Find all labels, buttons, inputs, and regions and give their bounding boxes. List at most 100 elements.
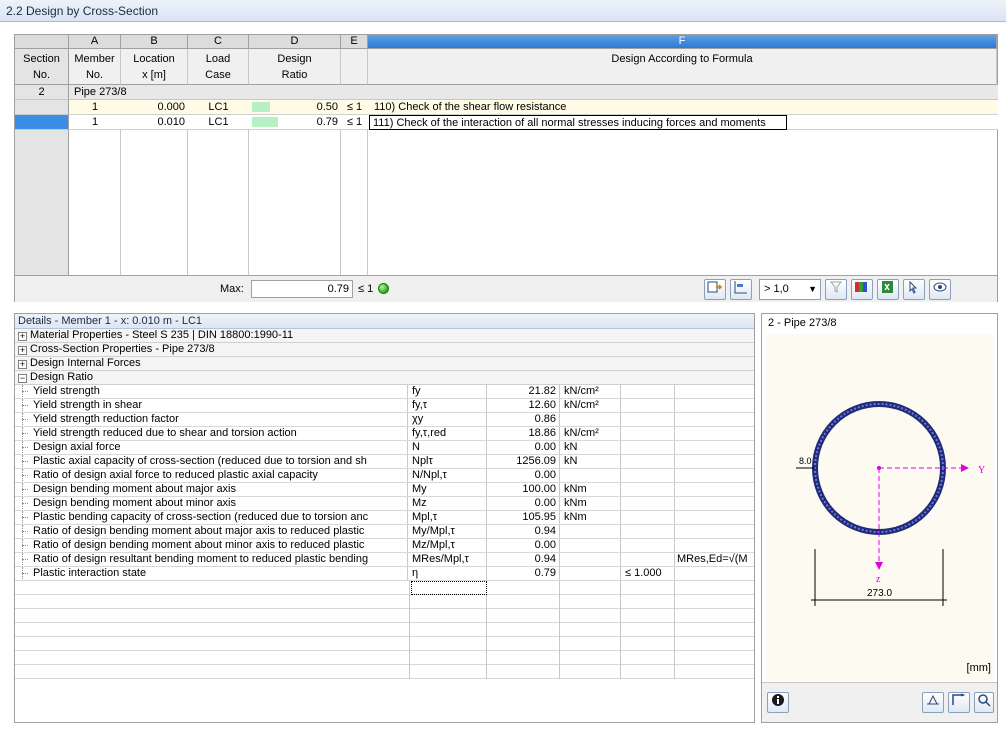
detail-limit <box>621 539 675 552</box>
detail-symbol: fy,τ <box>411 399 487 412</box>
detail-row[interactable]: Yield strength fy 21.82 kN/cm² <box>15 385 754 399</box>
tree-connector <box>15 483 29 496</box>
filter-icon[interactable] <box>825 279 847 300</box>
col-letter-a[interactable]: A <box>69 35 121 49</box>
expand-icon[interactable]: + <box>18 360 27 369</box>
detail-limit <box>621 469 675 482</box>
col-letter-d[interactable]: D <box>249 35 341 49</box>
filter-select[interactable]: > 1,0 ▼ <box>759 279 821 300</box>
detail-row[interactable]: Ratio of design axial force to reduced p… <box>15 469 754 483</box>
empty-row <box>15 595 754 609</box>
cross-section-canvas[interactable]: 8.0 Y z 273.0 <box>766 334 994 681</box>
detail-note <box>675 413 754 426</box>
col-letter-e[interactable]: E <box>341 35 368 49</box>
detail-row[interactable]: Ratio of design bending moment about maj… <box>15 525 754 539</box>
formula-cell[interactable]: 111) Check of the interaction of all nor… <box>369 115 787 130</box>
detail-value: 21.82 <box>487 385 560 398</box>
detail-note <box>675 385 754 398</box>
detail-row[interactable]: Plastic bending capacity of cross-sectio… <box>15 511 754 525</box>
detail-unit <box>560 539 621 552</box>
detail-symbol: My/Mpl,τ <box>411 525 487 538</box>
detail-note <box>675 399 754 412</box>
detail-symbol: η <box>411 567 487 580</box>
expand-icon[interactable]: + <box>18 332 27 341</box>
table-row[interactable]: 1 0.000 LC1 0.50 ≤ 1 110) Check of the s… <box>69 100 998 115</box>
detail-unit: kN/cm² <box>560 427 621 440</box>
dimension-icon[interactable] <box>948 692 970 713</box>
detail-value: 105.95 <box>487 511 560 524</box>
detail-symbol: χy <box>411 413 487 426</box>
row-selector[interactable] <box>15 115 69 130</box>
detail-row[interactable]: Design bending moment about minor axis Mz… <box>15 497 754 511</box>
y-axis-arrow <box>961 464 969 472</box>
result-diagram-button[interactable] <box>730 279 752 300</box>
detail-row[interactable]: Plastic interaction state η 0.79 ≤ 1.000 <box>15 567 754 581</box>
detail-description: Yield strength reduced due to shear and … <box>33 427 408 440</box>
detail-note <box>675 469 754 482</box>
detail-symbol: N <box>411 441 487 454</box>
empty-row <box>15 637 754 651</box>
tree-connector <box>15 469 29 482</box>
detail-row[interactable]: Design axial force N 0.00 kN <box>15 441 754 455</box>
formula-cell: 110) Check of the shear flow resistance <box>374 101 567 113</box>
detail-description: Ratio of design bending moment about min… <box>33 539 408 552</box>
zoom-tool-icon[interactable] <box>974 692 994 713</box>
empty-row <box>15 623 754 637</box>
detail-symbol: fy,τ,red <box>411 427 487 440</box>
section-number[interactable]: 2 <box>15 85 69 100</box>
tree-connector <box>15 497 29 510</box>
detail-note <box>675 567 754 580</box>
group-material-properties[interactable]: + Material Properties - Steel S 235 | DIN… <box>15 329 754 343</box>
excel-icon[interactable] <box>877 279 899 300</box>
row-selector[interactable] <box>15 100 69 115</box>
group-design-ratio[interactable]: − Design Ratio <box>15 371 754 385</box>
empty-row <box>15 665 754 679</box>
z-axis-label: z <box>876 574 881 585</box>
collapse-icon[interactable]: − <box>18 374 27 383</box>
focused-cell[interactable] <box>411 581 487 595</box>
col-letter-b[interactable]: B <box>121 35 188 49</box>
detail-row[interactable]: Ratio of design bending moment about min… <box>15 539 754 553</box>
col-header-design-ratio: Design Ratio <box>249 49 341 85</box>
select-member-icon[interactable] <box>903 279 925 300</box>
detail-note <box>675 539 754 552</box>
col-header-location: Location x [m] <box>121 49 188 85</box>
detail-note <box>675 427 754 440</box>
detail-unit: kN <box>560 455 621 468</box>
detail-row[interactable]: Plastic axial capacity of cross-section … <box>15 455 754 469</box>
empty-row <box>15 609 754 623</box>
expand-icon[interactable]: + <box>18 346 27 355</box>
detail-unit <box>560 525 621 538</box>
y-axis-label: Y <box>978 465 985 476</box>
row-header-column <box>15 130 69 275</box>
print-graphic-icon[interactable] <box>922 692 944 713</box>
detail-limit <box>621 385 675 398</box>
info-icon[interactable] <box>767 692 789 713</box>
detail-description: Yield strength reduction factor <box>33 413 408 426</box>
col-letter-c[interactable]: C <box>188 35 249 49</box>
detail-note <box>675 511 754 524</box>
detail-row[interactable]: Yield strength reduction factor χy 0.86 <box>15 413 754 427</box>
location-cell: 0.010 <box>157 116 185 128</box>
ratio-cell: 0.50 <box>249 100 341 114</box>
color-scale-button[interactable] <box>851 279 873 300</box>
detail-description: Yield strength <box>33 385 408 398</box>
tree-connector <box>15 399 29 412</box>
detail-row[interactable]: Design bending moment about major axis My… <box>15 483 754 497</box>
detail-row[interactable]: Yield strength in shear fy,τ 12.60 kN/cm² <box>15 399 754 413</box>
detail-note <box>675 497 754 510</box>
centroid-dot <box>877 466 881 470</box>
col-letter-f[interactable]: F <box>368 35 997 49</box>
group-design-internal-forces[interactable]: + Design Internal Forces <box>15 357 754 371</box>
detail-row[interactable]: Yield strength reduced due to shear and … <box>15 427 754 441</box>
view-icon[interactable] <box>929 279 951 300</box>
export-excel-button[interactable] <box>704 279 726 300</box>
detail-row[interactable]: Ratio of design resultant bending moment… <box>15 553 754 567</box>
group-cross-section-properties[interactable]: + Cross-Section Properties - Pipe 273/8 <box>15 343 754 357</box>
max-bar: Max: 0.79 ≤ 1 > 1,0 ▼ <box>15 275 997 302</box>
tree-connector <box>15 511 29 524</box>
section-row[interactable]: Pipe 273/8 <box>69 85 998 100</box>
unit-label: [mm] <box>966 662 991 674</box>
table-row[interactable]: 1 0.010 LC1 0.79 ≤ 1 111) Check of the i… <box>69 115 998 130</box>
detail-value: 0.00 <box>487 469 560 482</box>
